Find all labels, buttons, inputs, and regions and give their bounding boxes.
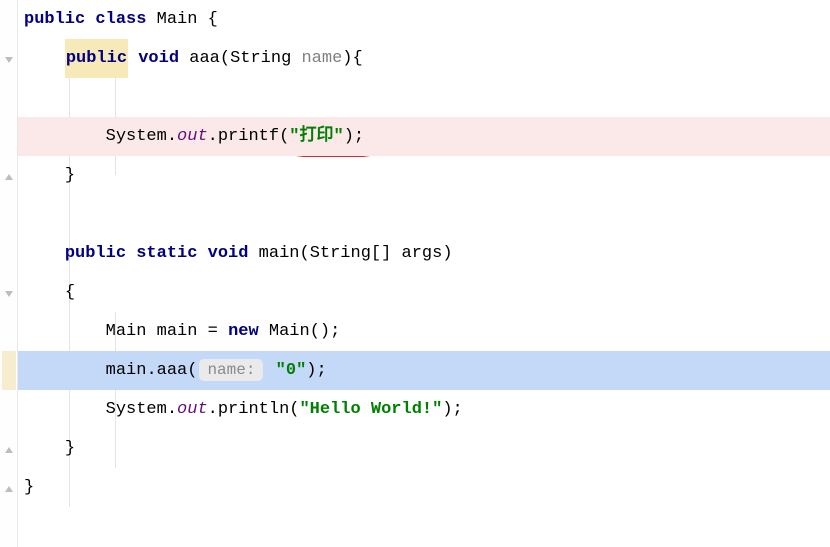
string-literal: "打印" bbox=[289, 127, 343, 146]
code-line[interactable]: public static void main(String[] args) bbox=[18, 234, 830, 273]
keyword: public bbox=[66, 49, 127, 68]
method-name: aaa bbox=[189, 49, 220, 68]
keyword: static bbox=[136, 244, 197, 263]
keyword: public bbox=[65, 244, 126, 263]
editor-gutter bbox=[0, 0, 18, 547]
code-line[interactable]: Main main = new Main(); bbox=[18, 312, 830, 351]
keyword: void bbox=[138, 49, 179, 68]
brace: } bbox=[65, 166, 75, 185]
fold-marker-icon[interactable] bbox=[3, 171, 15, 183]
code-line[interactable]: } bbox=[18, 156, 830, 195]
code-editor[interactable]: public class Main { public void aaa(Stri… bbox=[18, 0, 830, 507]
keyword: class bbox=[95, 10, 146, 29]
code-line[interactable] bbox=[18, 195, 830, 234]
code-line[interactable]: public void aaa(String name){ bbox=[18, 39, 830, 78]
fold-marker-icon[interactable] bbox=[3, 54, 15, 66]
param-unused: name bbox=[301, 49, 342, 68]
code-line[interactable]: System.out.println("Hello World!"); bbox=[18, 390, 830, 429]
code-line[interactable]: } bbox=[18, 429, 830, 468]
string-literal: "0" bbox=[276, 361, 307, 380]
brace: } bbox=[65, 439, 75, 458]
caret-gutter-highlight bbox=[2, 351, 16, 390]
code-line[interactable]: public class Main { bbox=[18, 0, 830, 39]
brace: } bbox=[24, 478, 34, 497]
code-line[interactable] bbox=[18, 78, 830, 117]
code-line[interactable]: System.out.printf("打印"); bbox=[18, 117, 830, 156]
code-line[interactable]: } bbox=[18, 468, 830, 507]
keyword: public bbox=[24, 10, 85, 29]
keyword: new bbox=[228, 322, 259, 341]
brace: { bbox=[65, 283, 75, 302]
fold-marker-icon[interactable] bbox=[3, 444, 15, 456]
class-name: Main bbox=[157, 10, 198, 29]
brace: { bbox=[208, 10, 218, 29]
method-name: main bbox=[259, 244, 300, 263]
static-field: out bbox=[177, 400, 208, 419]
fold-marker-icon[interactable] bbox=[3, 483, 15, 495]
type: String bbox=[230, 49, 291, 68]
string-literal: "Hello World!" bbox=[299, 400, 442, 419]
fold-marker-icon[interactable] bbox=[3, 288, 15, 300]
code-line-caret[interactable]: main.aaa(name: "0"); bbox=[18, 351, 830, 390]
static-field: out bbox=[177, 127, 208, 146]
code-line[interactable]: { bbox=[18, 273, 830, 312]
keyword: void bbox=[208, 244, 249, 263]
warning-highlight: public bbox=[65, 39, 128, 78]
parameter-hint: name: bbox=[199, 359, 263, 381]
